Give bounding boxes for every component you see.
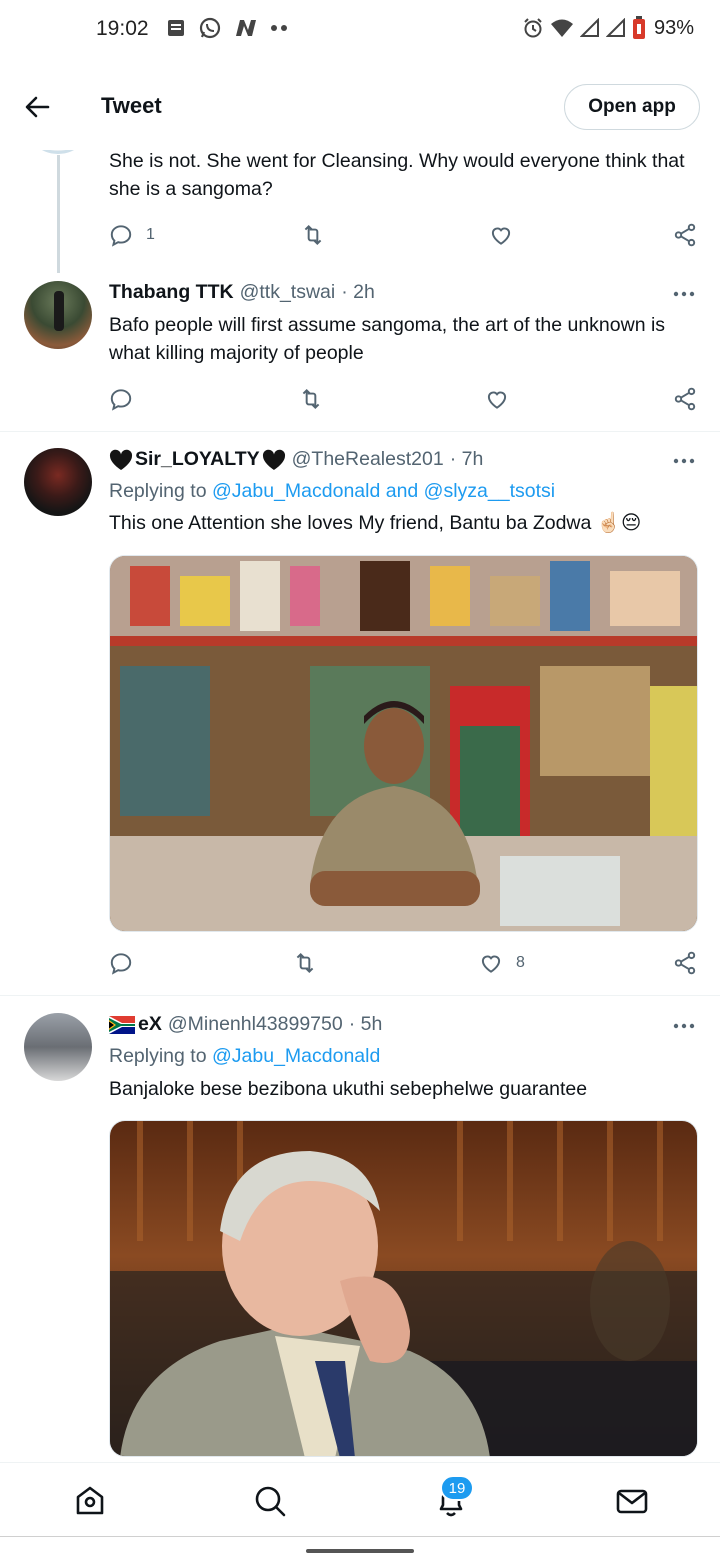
message-icon (168, 20, 184, 36)
retweet-icon (302, 388, 320, 410)
tweet-author-row: Thabang TTK @ttk_tswai · 2h (109, 281, 375, 304)
retweet-button[interactable] (300, 222, 326, 248)
author-handle[interactable]: @TheRealest201 (292, 448, 444, 471)
home-icon[interactable] (72, 1483, 108, 1519)
wifi-icon (550, 19, 573, 37)
reply-icon (110, 389, 132, 411)
retweet-button[interactable] (298, 386, 324, 412)
status-left-icons (166, 16, 290, 40)
share-button[interactable] (672, 950, 698, 976)
courtroom-photo (110, 1121, 697, 1456)
black-heart-icon (109, 449, 133, 470)
battery-percent: 93% (653, 16, 694, 39)
signal-icon (605, 18, 625, 37)
status-bar: 19:02 93% (0, 0, 720, 60)
like-count: 8 (516, 954, 525, 971)
author-name[interactable]: eX (109, 1013, 162, 1036)
more-options-icon[interactable] (672, 1022, 696, 1030)
divider (0, 431, 720, 432)
reply-count: 1 (146, 226, 155, 243)
tweet-author-row: eX @Minenhl43899750 · 5h (109, 1013, 382, 1036)
replying-to-label: Replying to (109, 1045, 207, 1067)
replying-to: Replying to @Jabu_Macdonald and @slyza__… (109, 480, 555, 503)
tweet-actions: 1 (108, 222, 700, 252)
author-handle[interactable]: @ttk_tswai (240, 281, 336, 304)
share-button[interactable] (672, 386, 698, 412)
tweet-actions (108, 386, 700, 416)
south-africa-flag-icon (109, 1015, 135, 1034)
replying-to-label: Replying to (109, 480, 207, 502)
tweet-text: Banjaloke bese bezibona ukuthi sebephelw… (109, 1078, 588, 1100)
timeline: She is not. She went for Cleansing. Why … (0, 0, 720, 1462)
avatar[interactable] (24, 448, 92, 516)
author-name-text: eX (138, 1013, 162, 1035)
tweet-image[interactable] (109, 1120, 698, 1457)
page-title: Tweet (101, 93, 162, 118)
author-name-text: Sir_LOYALTY (135, 448, 260, 470)
app-header: Tweet Open app (0, 60, 720, 150)
author-name[interactable]: Thabang TTK (109, 281, 234, 304)
tweet-time: · 7h (449, 448, 484, 470)
reply-icon (110, 953, 132, 975)
author-handle[interactable]: @Minenhl43899750 (168, 1013, 343, 1036)
like-button[interactable] (484, 386, 510, 412)
notification-badge: 19 (440, 1475, 474, 1501)
status-right-icons: 93% (522, 16, 694, 40)
tweet-author-row: Sir_LOYALTY @TheRealest201 · 7h (109, 448, 483, 471)
tweet-text: Bafo people will first assume sangoma, t… (109, 314, 666, 364)
divider (0, 995, 720, 996)
like-button[interactable]: 8 (478, 950, 525, 976)
battery-icon (632, 16, 645, 39)
whatsapp-icon (199, 17, 221, 39)
heart-icon (481, 955, 501, 973)
tweet-actions: 8 (108, 950, 700, 980)
back-arrow-icon[interactable] (22, 92, 52, 122)
avatar[interactable] (24, 1013, 92, 1081)
replying-to: Replying to @Jabu_Macdonald (109, 1045, 380, 1068)
gesture-area (0, 1536, 720, 1560)
mention-link[interactable]: @Jabu_Macdonald (212, 1045, 380, 1067)
heart-icon (487, 391, 507, 409)
retweet-icon (304, 224, 322, 246)
gesture-bar[interactable] (306, 1549, 414, 1553)
messages-icon[interactable] (614, 1483, 650, 1519)
retweet-icon (296, 952, 314, 974)
tweet-time: · 2h (341, 281, 375, 303)
retweet-button[interactable] (292, 950, 318, 976)
status-time: 19:02 (96, 17, 149, 40)
more-dots-icon (271, 25, 287, 31)
reply-icon (110, 225, 132, 247)
open-app-button[interactable]: Open app (564, 84, 700, 130)
search-icon[interactable] (252, 1483, 288, 1519)
share-icon (674, 223, 696, 247)
reply-button[interactable]: 1 (108, 222, 155, 248)
author-name[interactable]: Sir_LOYALTY (109, 448, 286, 471)
black-heart-icon (262, 449, 285, 470)
alarm-icon (524, 18, 542, 38)
heart-icon (491, 227, 511, 245)
more-options-icon[interactable] (672, 457, 696, 465)
avatar[interactable] (24, 281, 92, 349)
share-icon (674, 951, 696, 975)
n-app-icon (236, 20, 256, 36)
share-button[interactable] (672, 222, 698, 248)
reply-button[interactable] (108, 386, 134, 412)
reply-button[interactable] (108, 950, 134, 976)
thread-line (57, 155, 60, 273)
tweet-text: She is not. She went for Cleansing. Why … (109, 150, 685, 200)
mention-link[interactable]: @Jabu_Macdonald and @slyza__tsotsi (212, 480, 555, 502)
tweet-image[interactable] (109, 555, 698, 932)
shop-photo (110, 556, 697, 931)
tweet-text: This one Attention she loves My friend, … (109, 512, 642, 534)
avatar-figure (54, 291, 64, 331)
more-options-icon[interactable] (672, 290, 696, 298)
signal-icon (579, 18, 599, 37)
bottom-nav: 19 (0, 1462, 720, 1536)
like-button[interactable] (488, 222, 514, 248)
tweet-time: · 5h (348, 1013, 383, 1035)
share-icon (674, 387, 696, 411)
